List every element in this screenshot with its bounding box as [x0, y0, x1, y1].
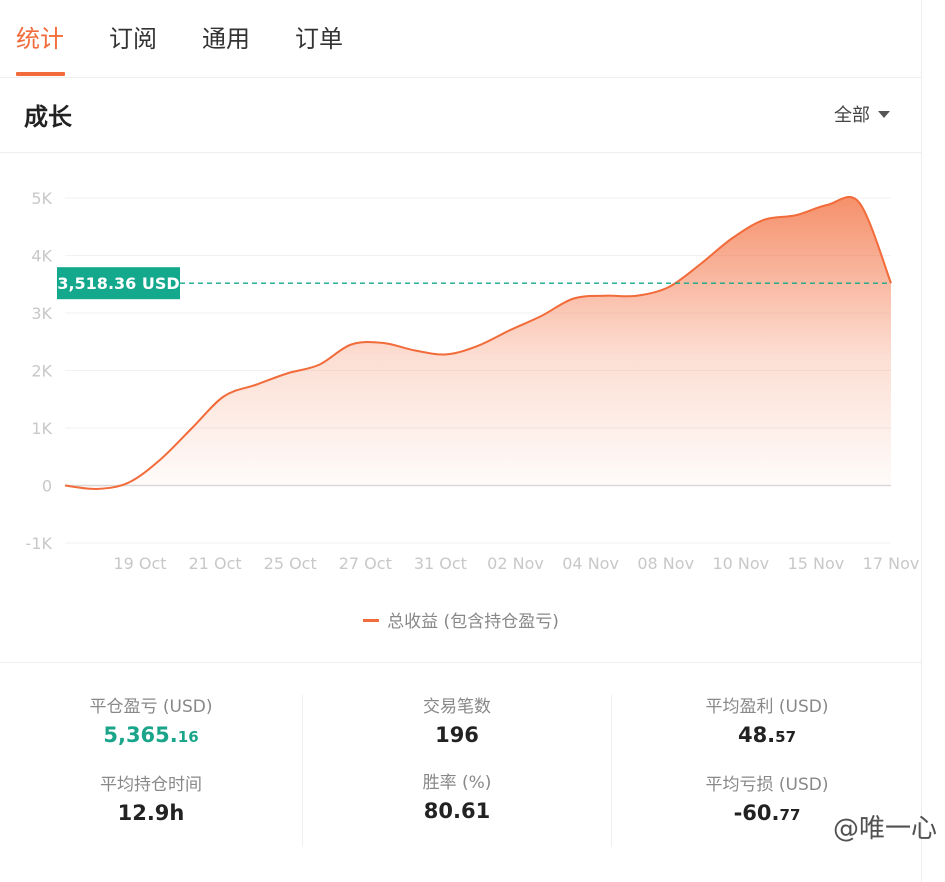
trades-value: 196: [435, 723, 479, 747]
y-tick-label: 2K: [31, 362, 52, 381]
stats-column-1: 平仓盈亏 (USD) 5,365.16 平均持仓时间 12.9h: [0, 695, 302, 847]
x-tick-label: 04 Nov: [562, 554, 619, 573]
caret-down-icon: [878, 110, 890, 118]
x-tick-label: 10 Nov: [712, 554, 769, 573]
chart-legend[interactable]: 总收益 (包含持仓盈亏): [0, 610, 922, 634]
tab-subscription[interactable]: 订阅: [109, 22, 157, 56]
avg-hold-label: 平均持仓时间: [100, 775, 202, 795]
x-tick-label: 25 Oct: [264, 554, 317, 573]
x-tick-label: 17 Nov: [863, 554, 920, 573]
realized-pnl-label: 平仓盈亏 (USD): [89, 697, 213, 717]
range-filter-label: 全部: [834, 105, 870, 126]
tab-statistics[interactable]: 统计: [16, 22, 64, 56]
x-tick-label: 08 Nov: [637, 554, 694, 573]
avg-loss-label: 平均亏损 (USD): [705, 775, 829, 795]
panel: 统计 订阅 通用 订单 成长 全部 5K 4K 3K 2K 1K 0 -1K 3,518.36…: [0, 0, 922, 882]
y-tick-label: 0: [42, 477, 52, 496]
x-tick-label: 02 Nov: [487, 554, 544, 573]
y-tick-label: 3K: [31, 304, 52, 323]
growth-chart: 5K 4K 3K 2K 1K 0 -1K 3,518.36 USD 19 Oct 21 Oct 25…: [26, 189, 920, 573]
tab-general[interactable]: 通用: [202, 22, 250, 56]
realized-pnl-value: 5,365.16: [103, 723, 199, 747]
active-tab-indicator: [16, 72, 65, 76]
reference-label: 3,518.36 USD: [57, 274, 179, 293]
tab-orders[interactable]: 订单: [295, 22, 343, 56]
range-filter-dropdown[interactable]: 全部: [834, 104, 890, 128]
x-tick-label: 31 Oct: [414, 554, 467, 573]
x-tick-label: 21 Oct: [189, 554, 242, 573]
stats-divider: [0, 662, 922, 663]
win-rate-label: 胜率 (%): [422, 773, 492, 793]
x-tick-label: 19 Oct: [113, 554, 166, 573]
trades-label: 交易笔数: [423, 697, 491, 717]
watermark-text: @唯一心: [832, 814, 937, 844]
y-tick-label: 5K: [31, 189, 52, 208]
section-title: 成长: [24, 103, 72, 131]
section-header: 成长 全部: [0, 78, 922, 153]
y-tick-label: 1K: [31, 419, 52, 438]
x-tick-label: 15 Nov: [788, 554, 845, 573]
win-rate-value: 80.61: [423, 799, 491, 823]
y-tick-label: -1K: [26, 534, 53, 553]
y-tick-label: 4K: [31, 247, 52, 266]
area-fill: [65, 196, 891, 489]
avg-hold-value: 12.9h: [117, 801, 185, 825]
legend-label: 总收益 (包含持仓盈亏): [387, 612, 559, 632]
stats-column-2: 交易笔数 196 胜率 (%) 80.61: [302, 695, 611, 847]
x-tick-label: 27 Oct: [339, 554, 392, 573]
legend-swatch: [363, 618, 380, 622]
stats-grid: 平仓盈亏 (USD) 5,365.16 平均持仓时间 12.9h 交易笔数 19…: [0, 695, 922, 855]
tab-bar: 统计 订阅 通用 订单: [0, 0, 922, 78]
avg-profit-label: 平均盈利 (USD): [705, 697, 829, 717]
avg-profit-value: 48.57: [737, 723, 797, 747]
